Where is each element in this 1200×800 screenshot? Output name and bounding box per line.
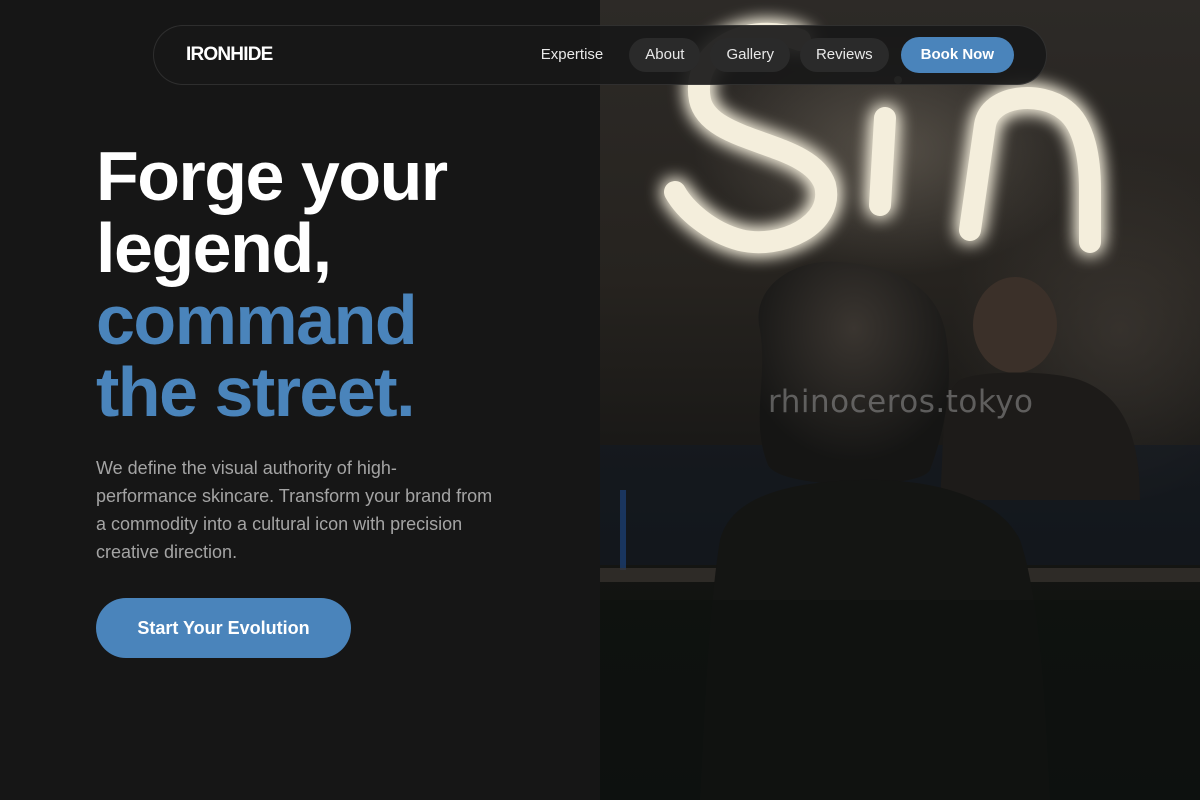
top-navbar: IRONHIDE Expertise About Gallery Reviews… bbox=[153, 25, 1047, 85]
nav-link-about[interactable]: About bbox=[629, 38, 701, 72]
nav-link-expertise[interactable]: Expertise bbox=[525, 38, 620, 72]
nav-link-reviews[interactable]: Reviews bbox=[799, 38, 889, 72]
brand-logo[interactable]: IRONHIDE bbox=[186, 44, 273, 66]
hero-heading-accent-line-2: the street. bbox=[96, 353, 416, 431]
nav-link-gallery[interactable]: Gallery bbox=[710, 38, 790, 72]
hero-heading-line-2: legend, bbox=[96, 209, 332, 287]
hero-description: We define the visual authority of high-p… bbox=[96, 458, 493, 562]
hero-heading-line-1: Forge your bbox=[96, 137, 448, 215]
book-now-button[interactable]: Book Now bbox=[900, 37, 1014, 73]
photo-watermark: rhinoceros.tokyo bbox=[768, 384, 1034, 420]
hero-heading: Forge your legend, command the street. bbox=[96, 137, 448, 431]
hero-heading-accent-line-1: command bbox=[96, 281, 418, 359]
hero-photo: rhinoceros.tokyo bbox=[600, 0, 1200, 800]
nav-links: Expertise About Gallery Reviews Book Now bbox=[525, 37, 1014, 73]
start-evolution-button[interactable]: Start Your Evolution bbox=[96, 598, 351, 658]
